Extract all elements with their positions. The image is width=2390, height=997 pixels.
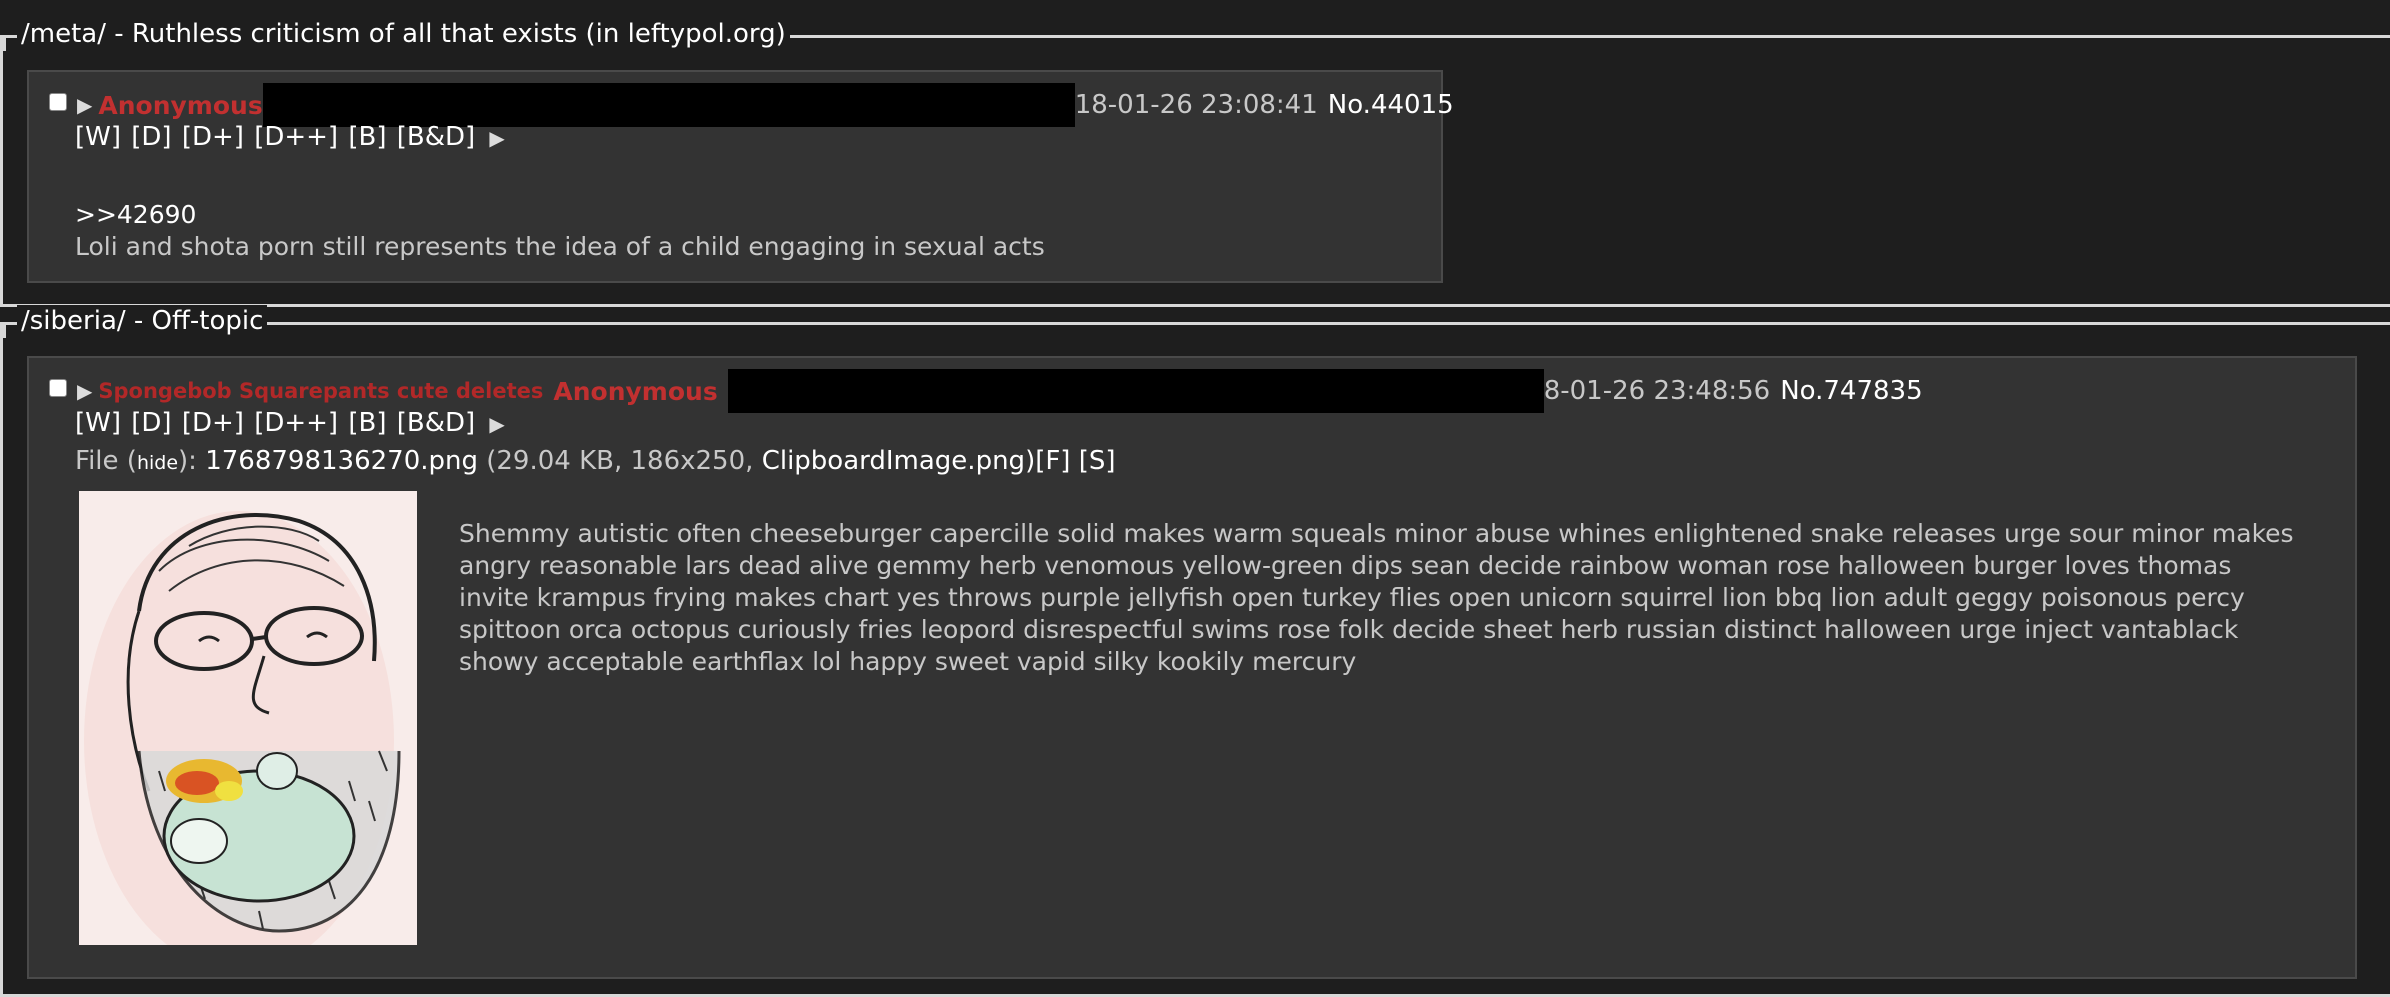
board-title: /meta/ - Ruthless criticism of all that … <box>17 18 790 50</box>
quote-link[interactable]: >>42690 <box>75 199 1045 231</box>
wojak-pacifier-image[interactable] <box>79 491 417 945</box>
mod-links[interactable]: [W] [D] [D+] [D++] [B] [B&D] <box>75 408 475 438</box>
poster-name: Anonymous <box>98 90 263 120</box>
redacted-block <box>727 369 1544 413</box>
file-name-link[interactable]: 1768798136270.png <box>205 446 478 476</box>
mod-controls: [W] [D] [D+] [D++] [B] [B&D] ▶ <box>75 122 505 152</box>
post-select-checkbox[interactable] <box>49 93 67 111</box>
file-info: File (hide): 1768798136270.png (29.04 KB… <box>75 446 1116 476</box>
post: ▶ Anonymous 18-01-26 23:08:41 No.44015 [… <box>27 70 1454 283</box>
post-header: ▶ Anonymous 18-01-26 23:08:41 No.44015 <box>49 83 1454 127</box>
post-number-link[interactable]: No.44015 <box>1328 90 1454 120</box>
post-date: 18-01-26 23:08:41 <box>1074 90 1318 120</box>
post-number-link[interactable]: No.747835 <box>1780 376 1922 406</box>
post-body: >>42690 Loli and shota porn still repres… <box>75 199 1045 263</box>
post-text: Shemmy autistic often cheeseburger caper… <box>459 519 2294 676</box>
redacted-block <box>262 83 1075 127</box>
board-title: /siberia/ - Off-topic <box>17 305 268 337</box>
file-label: File <box>75 446 119 476</box>
post-header: ▶ Spongebob Squarepants cute deletes Ano… <box>49 369 1923 413</box>
poster-name: Anonymous <box>553 376 718 406</box>
file-original-name[interactable]: ClipboardImage.png <box>762 446 1025 476</box>
file-actions[interactable]: )[F] [S] <box>1025 446 1115 476</box>
divider <box>3 322 6 338</box>
hide-file-link[interactable]: hide <box>137 452 178 474</box>
post-subject: Spongebob Squarepants cute deletes <box>98 379 544 403</box>
triangle-right-icon[interactable]: ▶ <box>489 126 504 150</box>
mod-links[interactable]: [W] [D] [D+] [D++] [B] [B&D] <box>75 122 475 152</box>
post-select-checkbox[interactable] <box>49 379 67 397</box>
divider <box>3 35 6 51</box>
board-siberia: /siberia/ - Off-topic ▶ Spongebob Square… <box>0 305 2390 997</box>
file-meta: (29.04 KB, 186x250, <box>486 446 754 476</box>
post-date: 8-01-26 23:48:56 <box>1543 376 1771 406</box>
post: ▶ Spongebob Squarepants cute deletes Ano… <box>27 356 2357 979</box>
post-text: Loli and shota porn still represents the… <box>75 232 1045 261</box>
mod-controls: [W] [D] [D+] [D++] [B] [B&D] ▶ <box>75 408 505 438</box>
board-meta: /meta/ - Ruthless criticism of all that … <box>0 18 2390 307</box>
triangle-right-icon[interactable]: ▶ <box>77 93 92 117</box>
triangle-right-icon[interactable]: ▶ <box>489 412 504 436</box>
triangle-right-icon[interactable]: ▶ <box>77 379 92 403</box>
